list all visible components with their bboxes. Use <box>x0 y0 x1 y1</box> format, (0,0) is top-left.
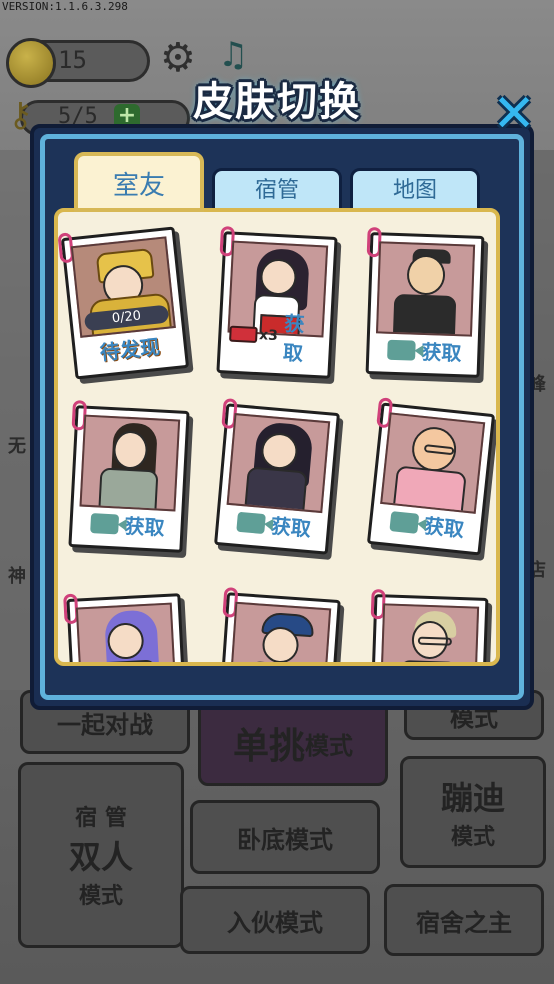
video-icon <box>387 339 416 361</box>
obtain-label: 获取 <box>269 513 312 542</box>
dialog-title: 皮肤切换 <box>193 79 361 125</box>
disco-mode-button[interactable]: 蹦迪 模式 <box>400 756 546 868</box>
obtain-label: 获取 <box>422 513 466 542</box>
skin-portrait: 0/20 <box>70 236 176 338</box>
skin-portrait <box>380 412 486 514</box>
skin-card-robed-swordsman[interactable]: 获取 <box>68 399 190 553</box>
join-mode-label: 入伙模式 <box>227 908 323 937</box>
tab-map[interactable]: 地图 <box>350 168 480 212</box>
pair-mode-suffix: 模式 <box>78 884 123 909</box>
obtain-action[interactable]: 获取 <box>377 334 472 366</box>
side-label-left-bottom[interactable]: 神 <box>8 562 26 588</box>
video-icon <box>389 510 420 534</box>
skin-portrait <box>379 603 480 662</box>
pair-mode-top-label: 宿 管 <box>75 806 127 831</box>
skin-card-purple-hair-girl[interactable] <box>63 593 188 662</box>
single-mode-button[interactable]: 单挑 模式 <box>198 700 388 786</box>
undercover-mode-button[interactable]: 卧底模式 <box>190 800 380 874</box>
obtain-label: 获取 <box>282 311 306 366</box>
pair-mode-label: 双人 <box>68 838 133 876</box>
progress-fill <box>83 313 86 332</box>
gear-icon[interactable]: ⚙ <box>160 38 196 78</box>
skin-portrait <box>375 241 476 337</box>
speaker-icon[interactable]: ♫ <box>218 38 248 72</box>
skin-card-black-shirt-guy[interactable]: 获取 <box>365 226 485 378</box>
skin-card-shrine-maiden[interactable]: x3 获取 <box>216 225 338 379</box>
skin-portrait <box>229 601 332 662</box>
skin-card-chubby-glasses-guy[interactable]: 获取 <box>366 397 496 556</box>
tab-dorm-manager[interactable]: 宿管 <box>212 168 342 212</box>
coin-icon <box>6 38 56 88</box>
dorm-lord-mode-label: 宿舍之主 <box>416 908 512 937</box>
single-mode-suffix: 模式 <box>305 731 353 760</box>
side-label-left-top[interactable]: 无 <box>8 432 26 458</box>
disco-mode-suffix: 模式 <box>450 825 495 850</box>
tab-roommate[interactable]: 室友 <box>74 152 204 212</box>
close-icon[interactable]: ✕ <box>492 88 536 140</box>
disco-mode-label: 蹦迪 <box>440 779 505 817</box>
dorm-lord-mode-button[interactable]: 宿舍之主 <box>384 884 544 956</box>
version-label: VERSION:1.1.6.3.298 <box>2 0 128 13</box>
skin-portrait <box>226 413 331 514</box>
obtain-action[interactable]: 获取 <box>80 508 175 542</box>
coin-count: 15 <box>58 46 87 74</box>
skin-card-glasses-blond[interactable] <box>369 588 489 662</box>
obtain-action[interactable]: x3 获取 <box>228 305 325 368</box>
ticket-count: x3 <box>258 327 279 345</box>
skin-card-golden-armor[interactable]: 0/20 待发现 <box>58 226 190 380</box>
obtain-label: 获取 <box>123 513 166 540</box>
skin-grid[interactable]: 0/20 待发现 x3 获取 获取 获取 获取 获取 <box>54 208 500 666</box>
single-mode-label: 单挑 <box>232 726 305 767</box>
join-mode-button[interactable]: 入伙模式 <box>180 886 370 954</box>
ticket-icon <box>229 325 258 343</box>
key-icon: ⚷ <box>8 95 33 135</box>
skin-portrait <box>75 602 177 662</box>
obtain-label: 获取 <box>420 339 462 366</box>
skin-card-cap-boy[interactable] <box>217 586 341 662</box>
skin-portrait <box>79 414 181 512</box>
pair-mode-button[interactable]: 宿 管 双人 模式 <box>18 762 184 948</box>
undercover-mode-label: 卧底模式 <box>237 825 333 854</box>
video-icon <box>236 511 266 534</box>
skin-card-gothic-girl[interactable]: 获取 <box>214 398 340 555</box>
video-icon <box>90 512 120 535</box>
progress-text: 0/20 <box>111 308 142 327</box>
